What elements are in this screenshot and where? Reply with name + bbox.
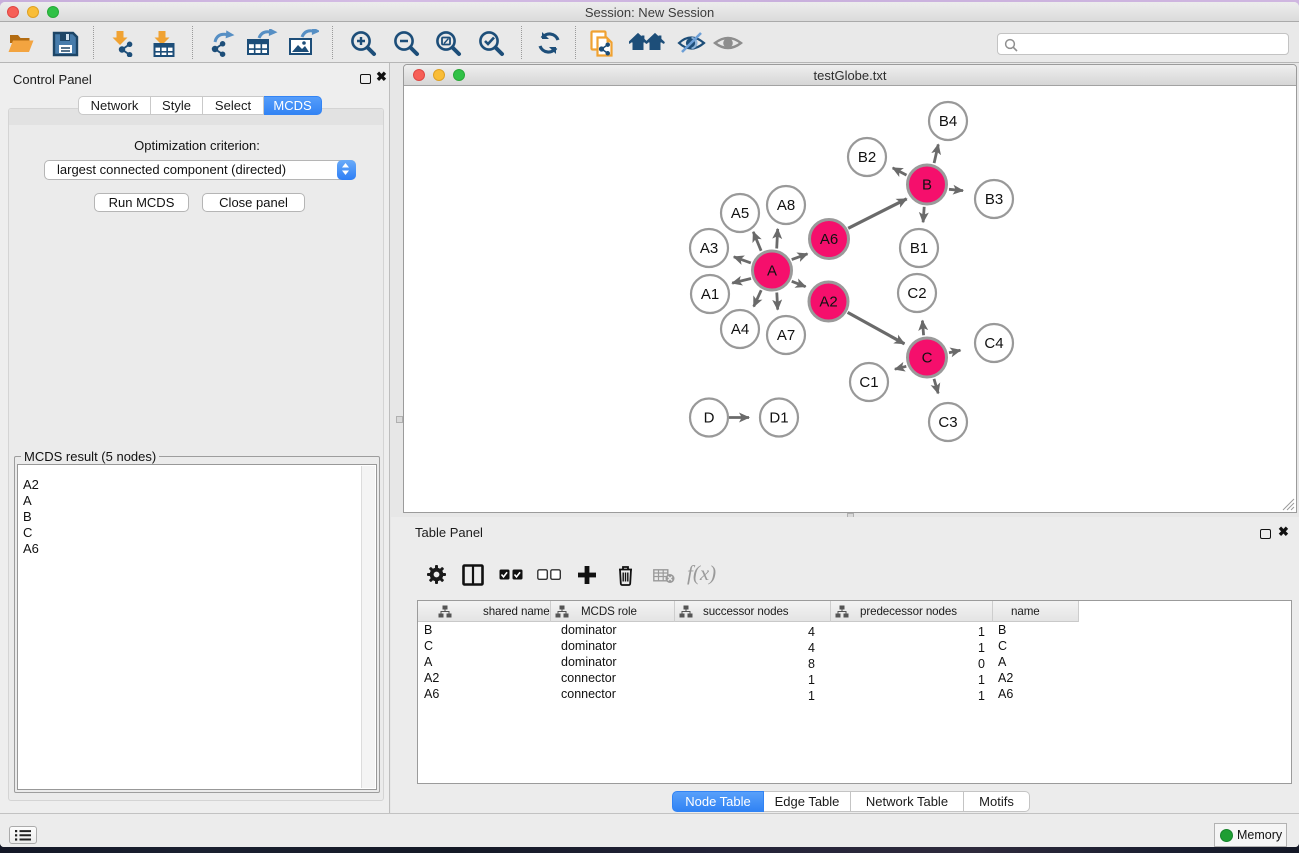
svg-text:C1: C1 [859, 374, 878, 391]
svg-text:B1: B1 [910, 240, 928, 257]
svg-text:A: A [767, 263, 777, 280]
svg-text:B3: B3 [985, 191, 1003, 208]
svg-text:D1: D1 [769, 410, 788, 427]
svg-text:C2: C2 [907, 285, 926, 302]
svg-text:A1: A1 [701, 286, 719, 303]
svg-text:B: B [922, 177, 932, 194]
svg-text:B2: B2 [858, 149, 876, 166]
svg-text:A6: A6 [820, 231, 838, 248]
svg-text:A7: A7 [777, 327, 795, 344]
svg-text:B4: B4 [939, 113, 957, 130]
svg-text:C: C [922, 350, 933, 367]
svg-text:A4: A4 [731, 321, 749, 338]
svg-text:C3: C3 [938, 414, 957, 431]
svg-text:A5: A5 [731, 205, 749, 222]
svg-text:A3: A3 [700, 240, 718, 257]
svg-text:A2: A2 [819, 294, 837, 311]
svg-text:D: D [704, 410, 715, 427]
svg-text:C4: C4 [984, 335, 1003, 352]
svg-text:A8: A8 [777, 197, 795, 214]
